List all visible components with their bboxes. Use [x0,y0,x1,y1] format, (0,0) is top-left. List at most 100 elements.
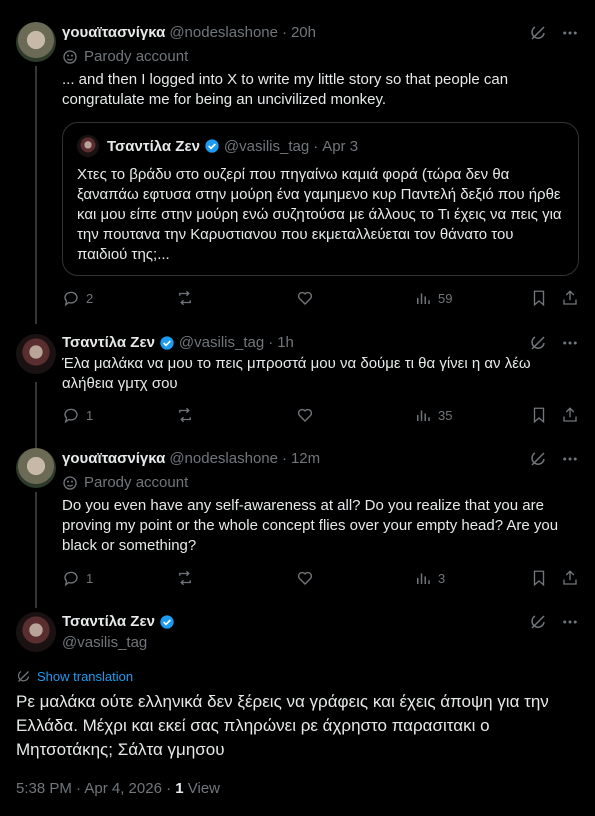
share-icon [563,570,577,585]
view-count: 1 [175,780,184,797]
thread-line [35,66,37,324]
separator: · [281,24,287,41]
action-bar: 2 59 [62,289,579,309]
author-handle[interactable]: @nodeslashone [169,24,278,41]
share-button[interactable] [561,406,579,424]
quote-header: Τσαντίλα Ζεν @vasilis_tag · Apr 3 [77,135,358,157]
repost-icon [179,407,191,423]
share-icon [563,290,577,305]
parody-icon [63,475,77,490]
bookmark-button[interactable] [530,569,548,587]
avatar[interactable] [16,334,56,374]
verified-icon [160,614,174,629]
parody-label: Parody account [84,474,189,491]
parody-label: Parody account [84,48,189,65]
reply-count: 1 [86,407,94,423]
author-handle[interactable]: @vasilis_tag [62,634,147,651]
separator: · [281,450,287,467]
reply-button[interactable]: 1 [62,569,93,587]
post-text: Έλα μαλάκα να μου το πεις μπροστά μου να… [62,355,531,392]
bookmark-button[interactable] [530,289,548,307]
author-name[interactable]: Τσαντίλα Ζεν [62,613,155,630]
parody-badge: Parody account [62,474,188,491]
quote-avatar [77,135,99,157]
avatar[interactable] [16,22,56,62]
views-icon [417,293,430,304]
thread-line [35,492,37,608]
author-handle[interactable]: @vasilis_tag [179,334,264,351]
author-handle-row: @vasilis_tag [62,634,147,651]
post-meta: 5:38 PM · Apr 4, 2026 · 1 View [16,780,220,797]
like-icon [297,291,313,305]
grok-icon[interactable] [529,24,547,42]
post-top-actions [529,613,579,631]
reply-icon [64,571,78,587]
repost-icon [179,570,191,586]
post-time[interactable]: 12m [291,450,320,467]
like-button[interactable] [296,406,314,424]
post-time[interactable]: 1h [277,334,294,351]
more-icon[interactable] [561,334,579,352]
view-count: 3 [438,570,446,586]
grok-icon[interactable] [529,613,547,631]
reply-count: 1 [86,570,94,586]
reply-icon [64,408,78,424]
parody-badge: Parody account [62,48,188,65]
share-button[interactable] [561,569,579,587]
views-button[interactable]: 59 [414,289,452,307]
quote-date: Apr 3 [322,137,359,155]
more-icon[interactable] [561,24,579,42]
like-button[interactable] [296,569,314,587]
views-icon [417,573,430,584]
repost-button[interactable] [176,569,194,587]
author-name-row: Τσαντίλα Ζεν [62,613,175,630]
view-label: View [183,780,221,797]
verified-icon [205,139,219,153]
author-name[interactable]: γουαϊτασνίγκα [62,450,165,467]
post-top-actions [529,450,579,468]
reply-button[interactable]: 1 [62,406,93,424]
author-name[interactable]: Τσαντίλα Ζεν [62,334,155,351]
post-top-actions [529,24,579,42]
repost-icon [179,290,191,306]
post-text: Ρε μαλάκα ούτε ελληνικά δεν ξέρεις να γρ… [16,692,549,759]
author-name[interactable]: γουαϊτασνίγκα [62,24,165,41]
bookmark-button[interactable] [530,406,548,424]
action-bar: 1 3 [62,569,579,589]
like-icon [297,408,313,422]
post-header: Τσαντίλα Ζεν @vasilis_tag · 1h [62,334,515,351]
bookmark-icon [533,570,545,587]
view-count: 35 [438,407,453,423]
repost-button[interactable] [176,406,194,424]
avatar[interactable] [16,448,56,488]
quote-author-name: Τσαντίλα Ζεν [107,137,200,155]
grok-icon[interactable] [529,450,547,468]
separator: · [268,334,274,351]
show-translation-link[interactable]: Show translation [16,669,133,684]
separator: · [313,137,319,155]
share-icon [563,407,577,422]
verified-icon [160,335,174,350]
reply-button[interactable]: 2 [62,289,93,307]
more-icon[interactable] [561,613,579,631]
post-top-actions [529,334,579,352]
like-icon [297,571,313,585]
reply-icon [64,291,78,307]
share-button[interactable] [561,289,579,307]
post-timestamp[interactable]: 5:38 PM · Apr 4, 2026 · [16,780,175,797]
post-header: γουαϊτασνίγκα @nodeslashone · 12m [62,450,515,467]
more-icon[interactable] [561,450,579,468]
quoted-post[interactable]: Τσαντίλα Ζεν @vasilis_tag · Apr 3 Χτες τ… [62,122,579,276]
views-button[interactable]: 35 [414,406,452,424]
repost-button[interactable] [176,289,194,307]
like-button[interactable] [296,289,314,307]
quote-author-handle: @vasilis_tag [223,137,310,155]
post-time[interactable]: 20h [291,24,316,41]
avatar[interactable] [16,612,56,652]
reply-count: 2 [86,290,94,306]
show-translation-label: Show translation [37,669,134,684]
author-handle[interactable]: @nodeslashone [169,450,278,467]
grok-icon[interactable] [529,334,547,352]
views-button[interactable]: 3 [414,569,445,587]
post-text: Do you even have any self-awareness at a… [62,497,559,554]
